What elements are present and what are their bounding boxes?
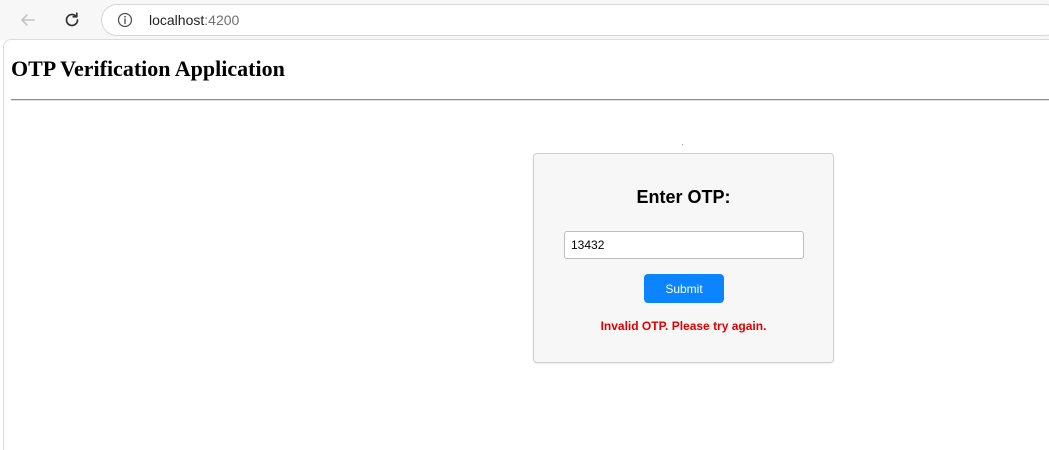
stray-dot	[682, 144, 683, 145]
otp-input[interactable]	[564, 231, 804, 259]
otp-heading: Enter OTP:	[636, 187, 731, 207]
error-message: Invalid OTP. Please try again.	[600, 319, 767, 333]
url-text: localhost:4200	[149, 12, 239, 28]
page-title: OTP Verification Application	[11, 56, 285, 81]
url-host: localhost	[149, 12, 205, 28]
browser-toolbar: localhost:4200	[0, 0, 1049, 40]
page-viewport: OTP Verification Application Enter OTP: …	[3, 39, 1049, 450]
info-icon[interactable]	[117, 12, 133, 28]
otp-card: Enter OTP: Submit Invalid OTP. Please tr…	[533, 153, 834, 363]
back-button[interactable]	[14, 6, 42, 34]
address-bar[interactable]: localhost:4200	[101, 4, 1049, 36]
reload-button[interactable]	[58, 6, 86, 34]
url-port: :4200	[204, 12, 240, 28]
title-divider	[11, 99, 1049, 101]
back-arrow-icon	[18, 10, 38, 30]
submit-button[interactable]: Submit	[644, 274, 724, 303]
reload-icon	[62, 10, 82, 30]
